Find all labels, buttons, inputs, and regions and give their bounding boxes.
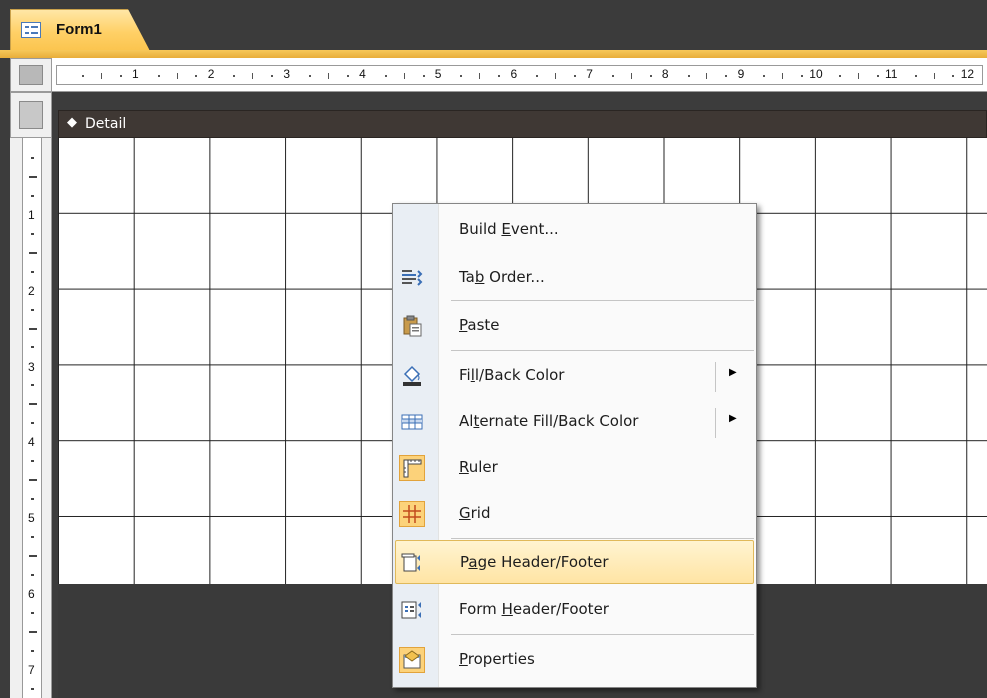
vruler-mark: 6 [28,587,35,601]
fill-color-icon [399,363,425,389]
menu-item-label: Grid [459,504,491,522]
vruler-mark: 2 [28,283,35,298]
ruler-mark: 12 [960,67,975,81]
vruler-mark: 5 [28,511,35,526]
menu-item-page-header-footer[interactable]: Page Header/Footer [395,540,754,584]
menu-item-form-header-footer[interactable]: Form Header/Footer [395,588,754,632]
form-icon [21,22,41,38]
detail-section-label: Detail [85,116,127,132]
submenu-arrow-icon: ▶ [729,367,737,378]
menu-item-label: Alternate Fill/Back Color [459,412,639,430]
ruler-mark: 1 [132,67,139,81]
paste-icon [399,313,425,339]
horizontal-ruler[interactable]: 1 2 3 4 5 6 7 8 9 10 11 12 [52,58,987,92]
menu-item-label: Tab Order... [459,268,545,286]
menu-item-label: Fill/Back Color [459,366,565,384]
document-tab-strip: Form1 [0,0,987,58]
ruler-mark: 2 [207,67,215,81]
menu-item-label: Properties [459,650,535,668]
ruler-mark: 9 [737,67,745,81]
menu-item-fill-back-color[interactable]: Fill/Back Color ▶ [395,354,754,398]
form-header-footer-icon [399,597,425,623]
ruler-icon [399,455,425,481]
ruler-mark: 6 [510,67,518,81]
menu-item-label: Paste [459,316,500,334]
vruler-mark: 7 [28,662,35,677]
section-selector[interactable] [10,92,52,138]
vertical-ruler[interactable]: 1 2 3 4 5 6 7 [10,138,52,698]
menu-item-properties[interactable]: Properties [395,638,754,682]
page-header-footer-icon [400,550,426,576]
menu-item-alternate-fill-back-color[interactable]: Alternate Fill/Back Color ▶ [395,400,754,444]
submenu-arrow-icon: ▶ [729,413,737,424]
context-menu: Build Event... Tab Order... Paste Fill/B… [392,203,757,688]
ruler-mark: 8 [661,67,669,81]
menu-separator [451,300,754,301]
properties-icon [399,647,425,673]
menu-item-label: Build Event... [459,220,559,238]
menu-separator [451,634,754,635]
section-collapse-icon: ◆ [67,115,77,130]
vruler-mark: 4 [28,435,35,450]
menu-item-label: Ruler [459,458,498,476]
form-selector[interactable] [10,58,52,92]
tab-label: Form1 [56,21,102,38]
menu-item-grid[interactable]: Grid [395,492,754,536]
menu-item-ruler[interactable]: Ruler [395,446,754,490]
ruler-mark: 7 [586,67,593,81]
menu-item-tab-order[interactable]: Tab Order... [395,256,754,300]
menu-item-build-event[interactable]: Build Event... [395,208,754,252]
menu-separator [451,350,754,351]
detail-section-bar[interactable]: ◆ Detail [58,110,987,138]
tab-underline [0,50,987,58]
menu-item-label: Page Header/Footer [460,553,609,571]
grid-icon [399,501,425,527]
tab-order-icon [399,265,425,291]
menu-item-label: Form Header/Footer [459,600,609,618]
ruler-mark: 4 [359,67,366,81]
ruler-mark: 11 [885,67,898,81]
ruler-mark: 10 [809,67,823,81]
alternate-fill-icon [399,409,425,435]
tab-form1[interactable]: Form1 [10,9,150,51]
menu-separator [451,538,754,539]
vruler-mark: 3 [28,359,35,374]
vruler-mark: 1 [28,208,35,222]
ruler-mark: 5 [434,67,442,81]
menu-item-paste[interactable]: Paste [395,304,754,348]
ruler-mark: 3 [283,67,291,81]
